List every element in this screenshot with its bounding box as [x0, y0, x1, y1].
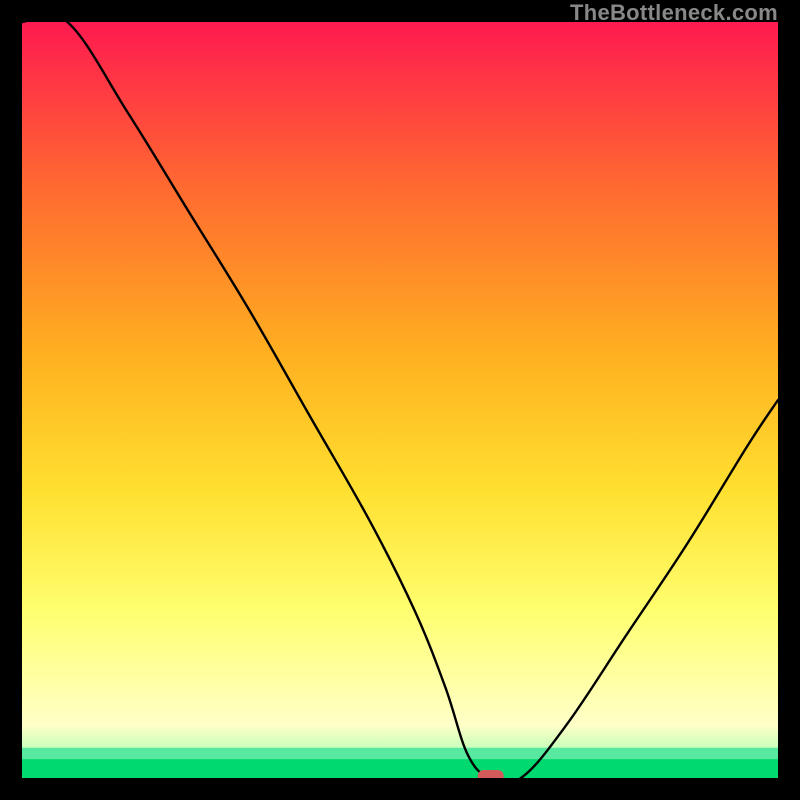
optimum-marker — [478, 770, 504, 778]
chart-svg — [22, 22, 778, 778]
green-thin-band — [22, 748, 778, 759]
bottleneck-chart — [22, 22, 778, 778]
green-band — [22, 759, 778, 778]
gradient-background — [22, 22, 778, 778]
